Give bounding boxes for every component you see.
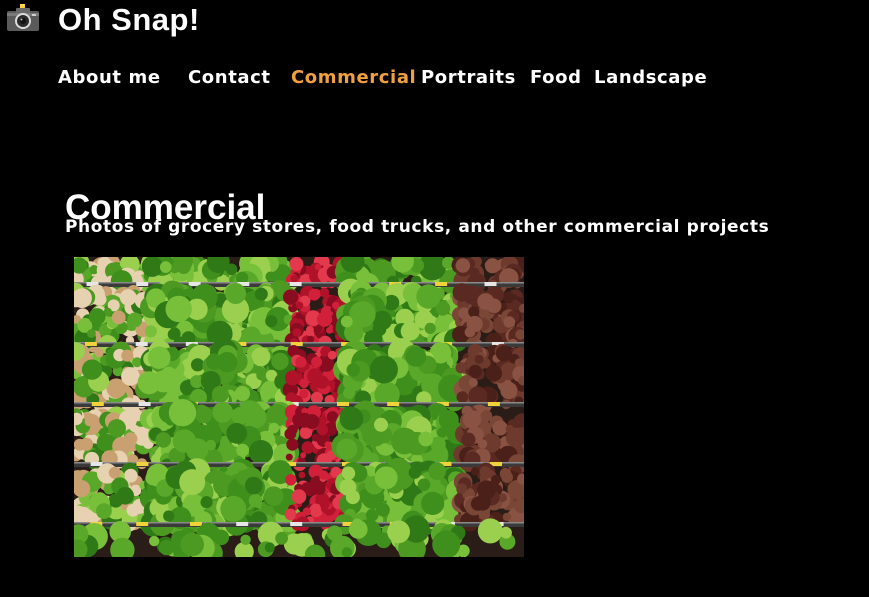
produce-shelves-photo — [74, 257, 524, 557]
nav-item-food[interactable]: Food — [530, 64, 582, 92]
nav-item-contact[interactable]: Contact — [188, 64, 271, 92]
site-title[interactable]: Oh Snap! — [58, 1, 200, 39]
nav-item-portraits[interactable]: Portraits — [421, 64, 516, 92]
page-subtitle: Photos of grocery stores, food trucks, a… — [65, 217, 770, 237]
nav-item-about-me[interactable]: About me — [58, 64, 161, 92]
camera-icon[interactable] — [6, 3, 40, 32]
site-header: Oh Snap! — [0, 0, 869, 40]
nav-item-commercial[interactable]: Commercial — [291, 64, 416, 92]
nav-item-landscape[interactable]: Landscape — [594, 64, 707, 92]
